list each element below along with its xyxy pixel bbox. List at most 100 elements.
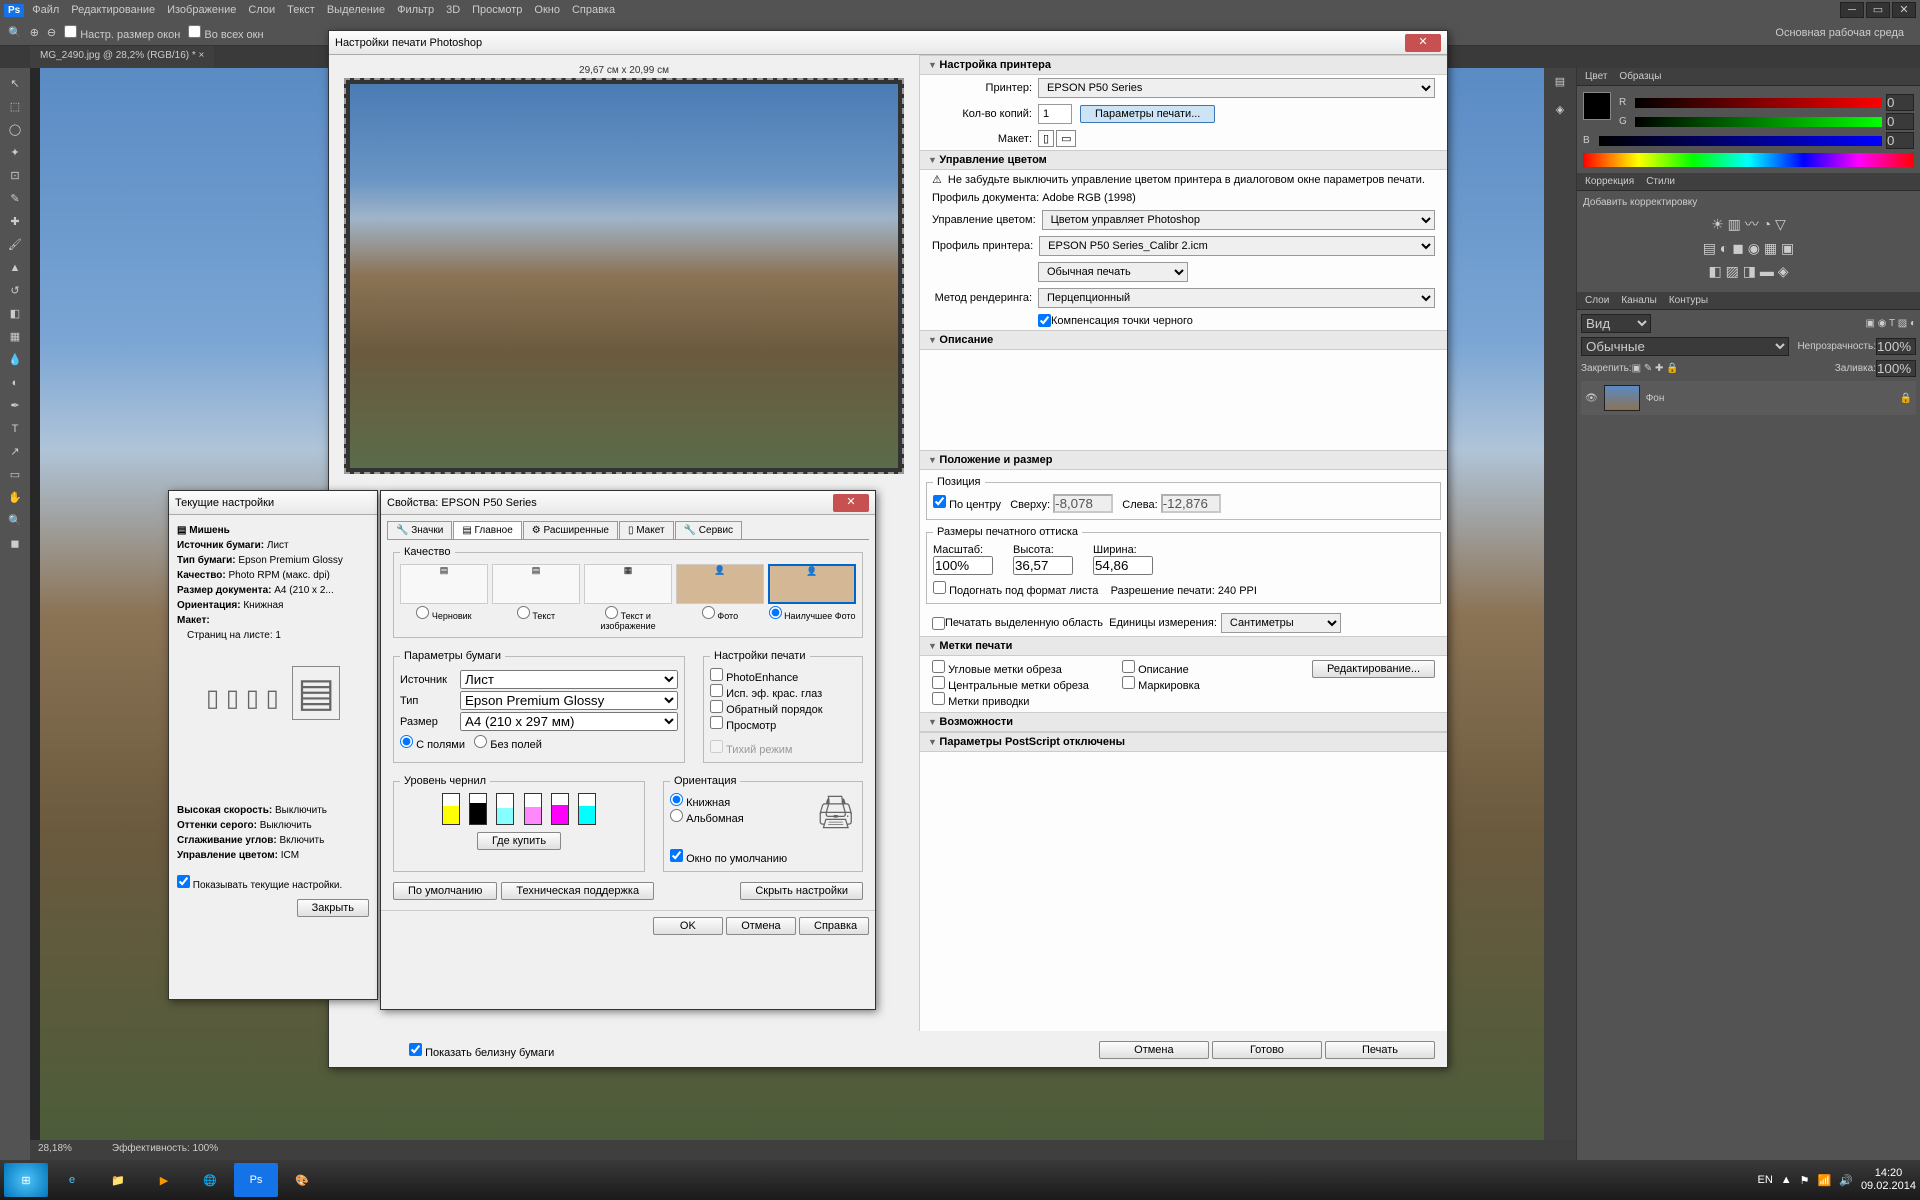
menu-view[interactable]: Просмотр [472,4,522,16]
wand-tool-icon[interactable]: ✦ [3,142,27,164]
move-tool-icon[interactable]: ↖ [3,73,27,95]
print-params-button[interactable]: Параметры печати... [1080,105,1215,123]
center-checkbox[interactable] [933,495,946,508]
maximize-icon[interactable]: ▭ [1866,2,1890,18]
zoom-level[interactable]: 28,18% [38,1143,72,1157]
balance-icon[interactable]: ◐ [1720,240,1728,256]
done-button[interactable]: Готово [1212,1041,1322,1059]
paint-icon[interactable]: 🎨 [280,1163,324,1197]
functions-header[interactable]: Возможности [920,712,1447,732]
brightness-icon[interactable]: ☀ [1711,216,1724,232]
swatches-tab[interactable]: Образцы [1619,71,1661,82]
edit-marks-button[interactable]: Редактирование... [1312,660,1435,678]
show-current-checkbox[interactable] [177,875,190,888]
shape-tool-icon[interactable]: ▭ [3,464,27,486]
print-selected-checkbox[interactable] [932,617,945,630]
document-tab[interactable]: MG_2490.jpg @ 28,2% (RGB/16) * × [30,46,214,68]
visibility-icon[interactable]: 👁 [1585,393,1598,404]
color-swatch-icon[interactable]: ◼ [3,533,27,561]
b-slider[interactable] [1599,136,1882,146]
zoom-tool-icon2[interactable]: 🔍 [3,510,27,532]
r-value[interactable] [1886,94,1914,111]
menu-select[interactable]: Выделение [327,4,385,16]
menu-edit[interactable]: Редактирование [71,4,155,16]
print-button[interactable]: Печать [1325,1041,1435,1059]
show-paper-white-checkbox[interactable] [409,1043,422,1056]
explorer-icon[interactable]: 📁 [96,1163,140,1197]
gradient-tool-icon[interactable]: ▦ [3,326,27,348]
photo-filter-icon[interactable]: ◉ [1748,240,1760,256]
quality-textimg[interactable]: ▦ Текст и изображение [584,564,672,631]
layers-tab[interactable]: Слои [1585,295,1609,306]
borderless-radio[interactable]: Без полей [474,739,542,751]
blend-mode[interactable]: Обычные [1581,337,1789,356]
foreground-color[interactable] [1583,92,1611,120]
opt-all-windows[interactable]: Во всех окн [188,25,263,41]
menu-help[interactable]: Справка [572,4,615,16]
media-icon[interactable]: ▶ [142,1163,186,1197]
fit-media-checkbox[interactable] [933,581,946,594]
label-mark-checkbox[interactable] [1122,676,1135,689]
zoom-in-icon[interactable]: ⊕ [30,26,39,39]
help-button[interactable]: Справка [799,917,869,935]
cancel-button[interactable]: Отмена [1099,1041,1209,1059]
gradient-map-icon[interactable]: ▬ [1760,263,1774,279]
postscript-header[interactable]: Параметры PostScript отключены [920,732,1447,752]
close-icon[interactable]: ✕ [833,494,869,512]
menu-3d[interactable]: 3D [446,4,460,16]
close-button[interactable]: Закрыть [297,899,369,917]
menu-window[interactable]: Окно [534,4,560,16]
tab-icons[interactable]: 🔧 Значки [387,521,452,539]
ie-icon[interactable]: e [50,1163,94,1197]
opacity-input[interactable] [1876,338,1916,355]
desc-mark-checkbox[interactable] [1122,660,1135,673]
layout-option-icon[interactable]: ▯ [266,685,279,712]
tab-layout[interactable]: ▯ Макет [619,521,674,539]
fill-input[interactable] [1876,360,1916,377]
redeye-checkbox[interactable] [710,684,723,697]
layout-option-icon[interactable]: ▯ [206,685,219,712]
layer-thumbnail[interactable] [1604,385,1640,411]
eyedropper-tool-icon[interactable]: ✎ [3,188,27,210]
photoenhance-checkbox[interactable] [710,668,723,681]
layout-option-icon[interactable]: ▯ [226,685,239,712]
render-intent-select[interactable]: Перцепционный [1038,288,1435,308]
type-select[interactable]: Epson Premium Glossy [460,691,678,710]
tab-advanced[interactable]: ⚙ Расширенные [523,521,618,539]
buy-ink-button[interactable]: Где купить [477,832,561,850]
portrait-icon[interactable]: ▯ [1038,130,1054,147]
tab-main[interactable]: ▤ Главное [453,521,521,539]
layer-filter-kind[interactable]: Вид [1581,314,1651,333]
tray-flag-icon[interactable]: ⚑ [1800,1174,1810,1187]
threshold-icon[interactable]: ◨ [1743,263,1756,279]
brush-tool-icon[interactable]: 🖌 [3,234,27,256]
chrome-icon[interactable]: 🌐 [188,1163,232,1197]
center-marks-checkbox[interactable] [932,676,945,689]
hue-strip[interactable] [1583,153,1914,167]
tab-service[interactable]: 🔧 Сервис [675,521,742,539]
menu-image[interactable]: Изображение [167,4,236,16]
hand-tool-icon[interactable]: ✋ [3,487,27,509]
lookup-icon[interactable]: ▣ [1781,240,1794,256]
description-header[interactable]: Описание [920,330,1447,350]
stamp-tool-icon[interactable]: ▲ [3,257,27,279]
hue-icon[interactable]: ▤ [1703,240,1716,256]
position-size-header[interactable]: Положение и размер [920,450,1447,470]
bpc-checkbox[interactable] [1038,314,1051,327]
borders-radio[interactable]: С полями [400,739,465,751]
zoom-tool-icon[interactable]: 🔍 [8,26,22,39]
paths-tab[interactable]: Контуры [1669,295,1708,306]
quality-draft[interactable]: ▤ Черновик [400,564,488,631]
properties-panel-icon[interactable]: ◈ [1544,96,1576,124]
zoom-out-icon[interactable]: ⊖ [47,26,56,39]
posterize-icon[interactable]: ▨ [1726,263,1739,279]
print-mode-select[interactable]: Обычная печать [1038,262,1188,282]
eraser-tool-icon[interactable]: ◧ [3,303,27,325]
bw-icon[interactable]: ◼ [1732,240,1744,256]
opt-resize-windows[interactable]: Настр. размер окон [64,25,180,41]
tech-support-button[interactable]: Техническая поддержка [501,882,654,900]
photoshop-icon[interactable]: Ps [234,1163,278,1197]
mixer-icon[interactable]: ▦ [1764,240,1777,256]
menu-file[interactable]: Файл [32,4,59,16]
color-handling-select[interactable]: Цветом управляет Photoshop [1042,210,1435,230]
